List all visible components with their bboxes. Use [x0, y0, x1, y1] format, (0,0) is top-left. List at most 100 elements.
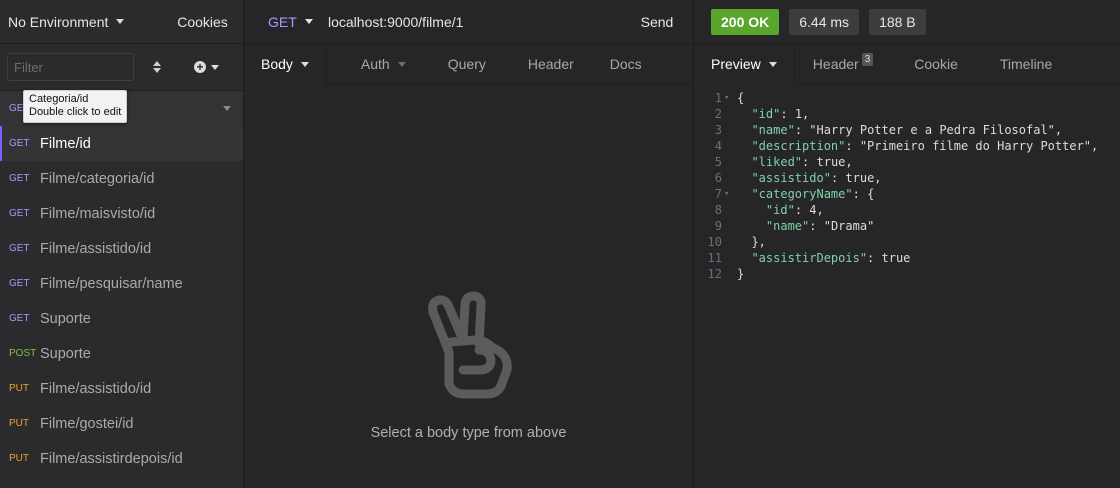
send-button[interactable]: Send	[621, 14, 693, 30]
response-body-viewer[interactable]: 1 ▾{2 "id": 1, 3 "name": "Harry Potter e a…	[694, 85, 1120, 282]
code-text: "id": 4,	[765, 203, 824, 217]
tab-docs-label: Docs	[609, 56, 642, 72]
request-name: Filme/assistido/id	[40, 240, 152, 257]
line-number: 6	[714, 171, 722, 185]
method-badge: GET	[9, 278, 30, 289]
request-item[interactable]: GET Filme/maisvisto/id	[0, 196, 243, 231]
code-text: "assistirDepois": true	[751, 251, 911, 265]
tab-cookie-label: Cookie	[914, 56, 958, 72]
peace-hand-icon	[244, 290, 693, 405]
tab-query-label: Query	[447, 56, 486, 72]
fold-gutter	[722, 218, 737, 234]
fold-gutter	[722, 234, 737, 250]
method-label: GET	[268, 13, 297, 30]
fold-toggle-icon[interactable]: ▾	[722, 90, 737, 106]
method-badge: PUT	[9, 453, 29, 464]
chevron-down-icon	[768, 61, 777, 67]
add-request-button[interactable]: +	[194, 61, 219, 73]
code-line: 8 "id": 4,	[694, 202, 1120, 218]
tab-preview-label: Preview	[711, 56, 761, 72]
fold-gutter	[722, 266, 737, 282]
tab-response-header[interactable]: Header 3	[795, 44, 890, 84]
request-name: Suporte	[40, 310, 91, 327]
line-number: 4	[714, 139, 722, 153]
request-name: Filme/pesquisar/name	[40, 275, 183, 292]
chevron-down-icon	[211, 64, 219, 70]
tab-auth[interactable]: Auth	[327, 44, 423, 84]
request-tabs: Body Auth Query Header Docs	[244, 44, 693, 85]
tab-header[interactable]: Header	[503, 44, 591, 84]
time-badge: 6.44 ms	[789, 8, 860, 35]
line-number: 8	[714, 203, 722, 217]
request-item[interactable]: GET Filme/categoria/id	[0, 161, 243, 196]
chevron-down-icon	[397, 61, 406, 67]
cookies-button[interactable]: Cookies	[162, 14, 243, 30]
code-text: "categoryName": {	[751, 187, 875, 201]
filter-input[interactable]	[7, 53, 134, 81]
tab-body-label: Body	[261, 56, 293, 72]
tab-header-label: Header	[527, 56, 574, 72]
code-line: 6 "assistido": true,	[694, 170, 1120, 186]
method-dropdown[interactable]: GET	[244, 14, 328, 30]
url-input[interactable]: localhost:9000/filme/1	[328, 14, 621, 30]
code-text: "assistido": true,	[751, 171, 882, 185]
request-name: Filme/gostei/id	[40, 415, 134, 432]
method-badge: PUT	[9, 383, 29, 394]
tab-query[interactable]: Query	[423, 44, 503, 84]
code-text: "id": 1,	[751, 107, 810, 121]
chevron-down-icon[interactable]	[223, 106, 231, 111]
header-count-badge: 3	[861, 52, 874, 66]
request-item[interactable]: GET Suporte	[0, 301, 243, 336]
tab-timeline[interactable]: Timeline	[975, 44, 1069, 84]
line-number: 5	[714, 155, 722, 169]
plus-icon: +	[194, 61, 206, 73]
method-badge: POST	[9, 348, 37, 359]
code-line: 9 "name": "Drama"	[694, 218, 1120, 234]
tab-body[interactable]: Body	[244, 44, 327, 85]
request-item[interactable]: GET Filme/assistido/id	[0, 231, 243, 266]
request-item[interactable]: PUT Filme/gostei/id	[0, 406, 243, 441]
request-item[interactable]: GET Filme/pesquisar/name	[0, 266, 243, 301]
fold-toggle-icon[interactable]: ▾	[722, 186, 737, 202]
size-badge: 188 B	[869, 8, 926, 35]
code-line: 11 "assistirDepois": true	[694, 250, 1120, 266]
sort-icon[interactable]	[150, 61, 164, 73]
environment-label: No Environment	[8, 13, 109, 30]
line-number: 2	[714, 107, 722, 121]
request-name: Filme/assistido/id	[40, 380, 152, 397]
request-item[interactable]: POST Suporte	[0, 336, 243, 371]
response-pane: 200 OK 6.44 ms 188 B Preview Header 3 Co…	[694, 0, 1120, 488]
environment-dropdown[interactable]: No Environment	[0, 14, 162, 30]
chevron-down-icon	[304, 19, 313, 24]
method-badge: GET	[9, 173, 30, 184]
tab-auth-label: Auth	[360, 56, 390, 72]
code-line: 3 "name": "Harry Potter e a Pedra Filoso…	[694, 122, 1120, 138]
request-item[interactable]: PUT Filme/assistirdepois/id	[0, 441, 243, 476]
code-line: 10 },	[694, 234, 1120, 250]
tab-preview[interactable]: Preview	[694, 44, 795, 85]
request-item[interactable]: PUT Filme/assistido/id	[0, 371, 243, 406]
fold-gutter	[722, 154, 737, 170]
chevron-down-icon	[116, 19, 125, 24]
tab-docs[interactable]: Docs	[591, 44, 659, 84]
tab-response-header-label: Header	[812, 56, 859, 72]
tooltip: Categoria/id Double click to edit	[23, 90, 128, 123]
line-number: 7	[714, 187, 722, 201]
tooltip-title: Categoria/id	[29, 93, 89, 105]
method-badge: GET	[9, 313, 30, 324]
code-line: 7 ▾ "categoryName": {	[694, 186, 1120, 202]
code-text: "name": "Drama"	[765, 219, 875, 233]
tab-cookie[interactable]: Cookie	[890, 44, 975, 84]
request-item[interactable]: GET Filme/id	[0, 126, 243, 161]
chevron-down-icon	[300, 61, 309, 67]
code-text: "liked": true,	[751, 155, 853, 169]
filter-bar: +	[0, 44, 243, 91]
response-status-bar: 200 OK 6.44 ms 188 B	[694, 0, 1120, 44]
request-name: Filme/categoria/id	[40, 170, 155, 187]
response-tabs: Preview Header 3 Cookie Timeline	[694, 44, 1120, 85]
code-line: 2 "id": 1,	[694, 106, 1120, 122]
method-badge: GET	[9, 243, 30, 254]
method-badge: PUT	[9, 418, 29, 429]
line-number: 3	[714, 123, 722, 137]
sidebar-header: No Environment Cookies	[0, 0, 243, 44]
